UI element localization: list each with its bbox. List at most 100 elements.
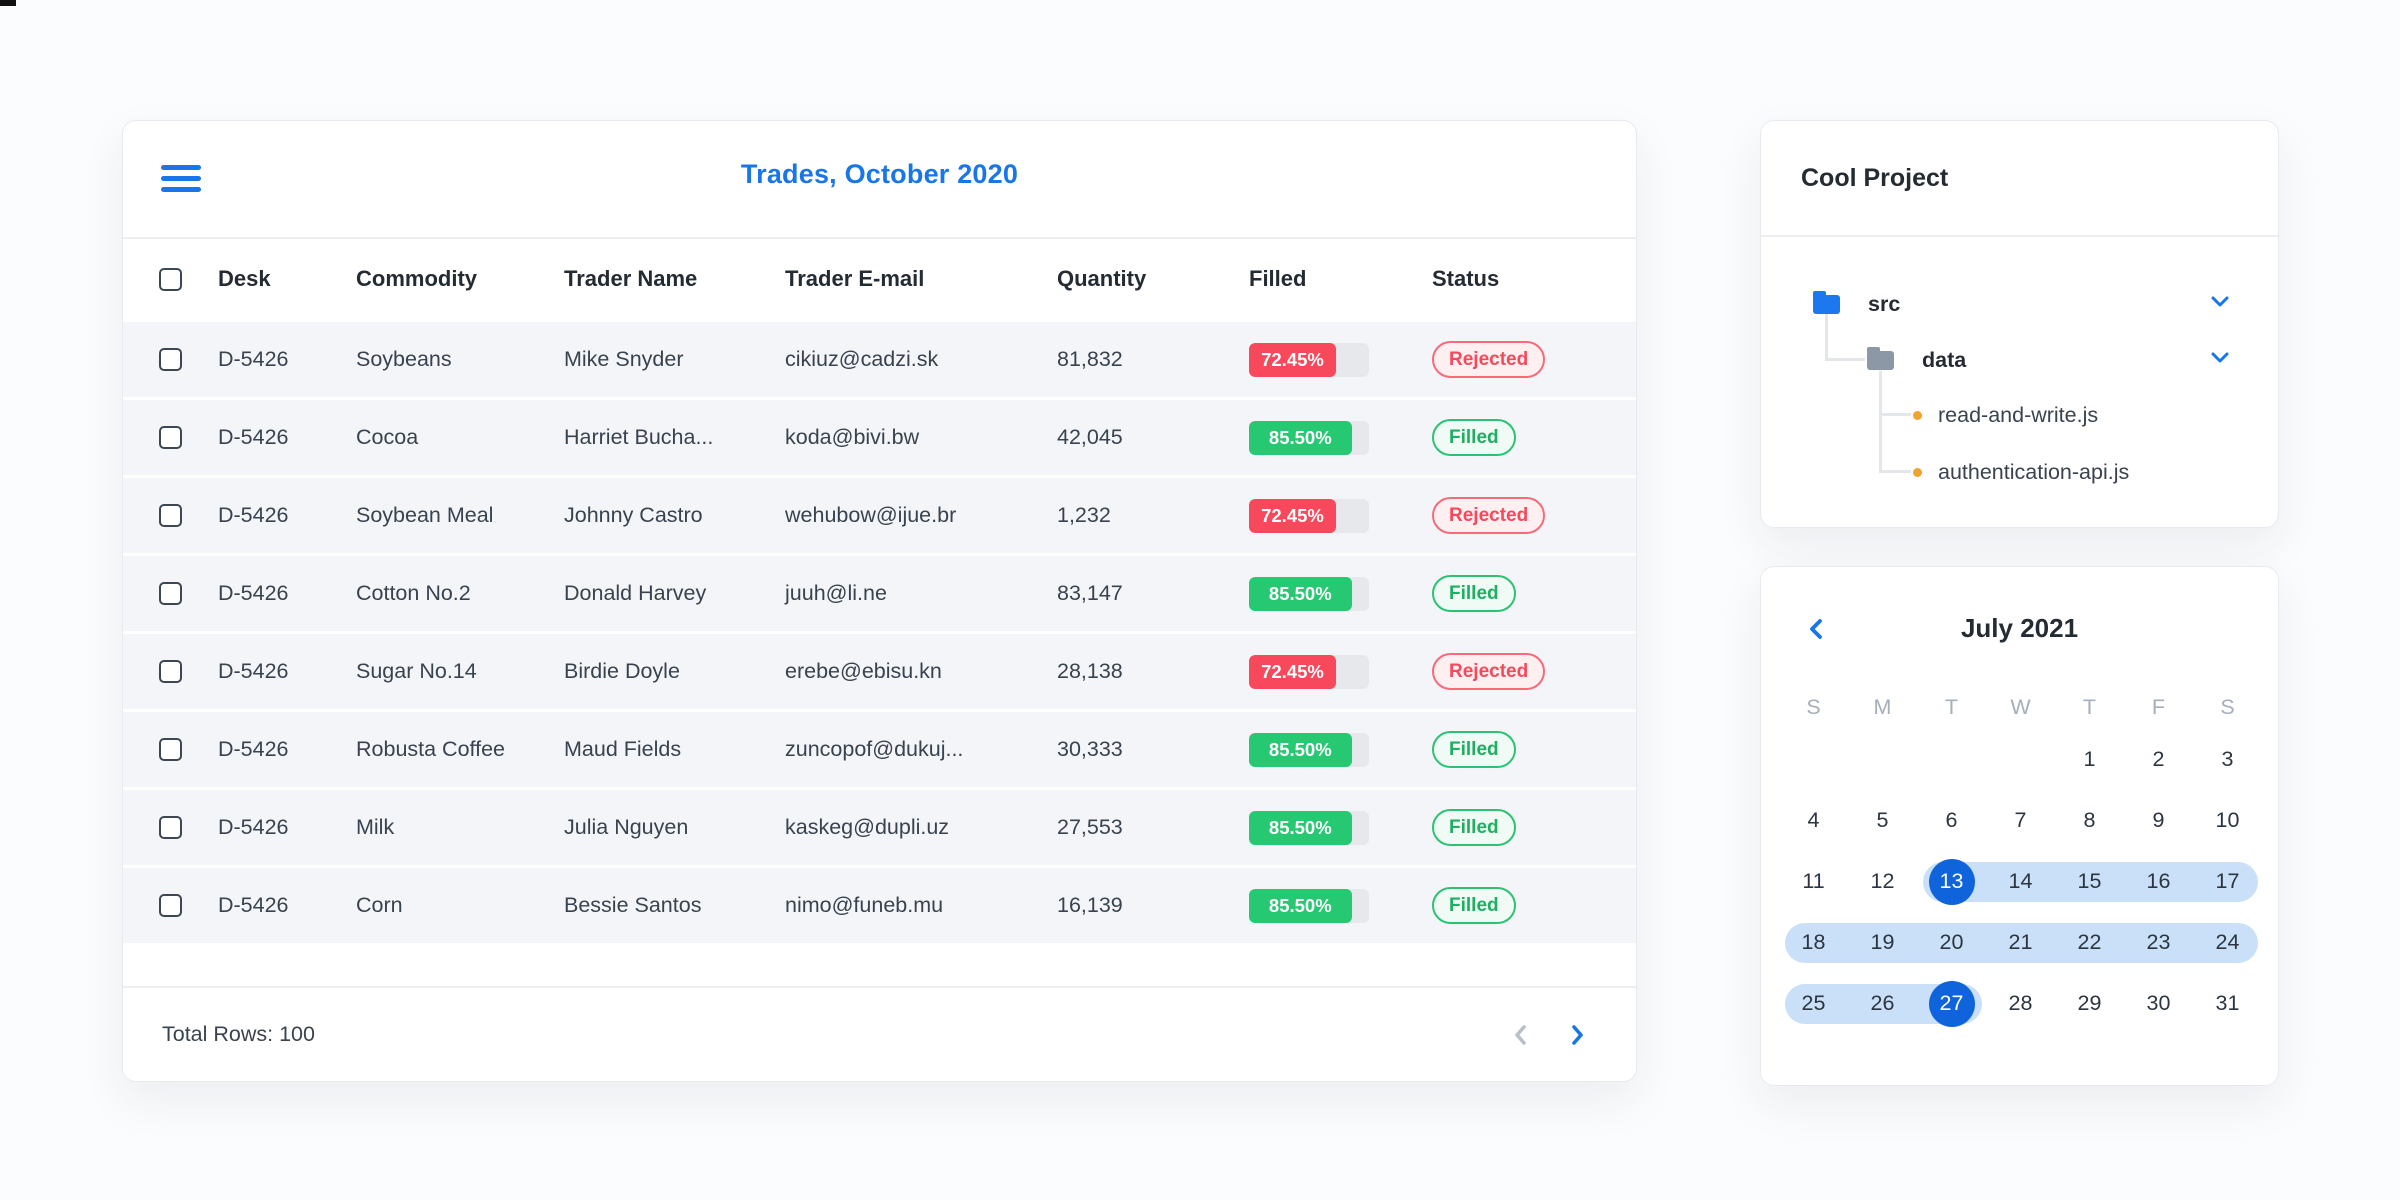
calendar-day[interactable]: 31 — [2193, 973, 2262, 1034]
calendar-day[interactable]: 19 — [1848, 912, 1917, 973]
calendar-week-row: 25 26 27 28 29 30 31 — [1779, 973, 2260, 1034]
weekday-header-row: S M T W T F S — [1779, 685, 2260, 729]
next-page-icon[interactable] — [1566, 1022, 1588, 1048]
weekday-label: S — [1806, 694, 1821, 719]
weekday-label: T — [2082, 694, 2097, 719]
row-checkbox[interactable] — [159, 894, 182, 917]
calendar-day[interactable]: 30 — [2124, 973, 2193, 1034]
status-badge: Filled — [1432, 886, 1516, 925]
calendar-day-range-start[interactable]: 13 — [1917, 851, 1986, 912]
calendar-day — [1986, 729, 2055, 790]
cell-trader-name: Bessie Santos — [564, 893, 702, 917]
cell-quantity: 27,553 — [1057, 815, 1123, 839]
total-rows-label: Total Rows: 100 — [162, 1022, 315, 1046]
cell-quantity: 42,045 — [1057, 425, 1123, 449]
filled-progress-bar: 72.45% — [1249, 654, 1369, 689]
cell-quantity: 28,138 — [1057, 659, 1123, 683]
column-header-status: Status — [1432, 266, 1500, 291]
table-header-row: Desk Commodity Trader Name Trader E-mail… — [123, 239, 1636, 319]
table-body: D-5426 Soybeans Mike Snyder cikiuz@cadzi… — [123, 319, 1636, 943]
file-tree: src data read-and-write.js authenticatio… — [1761, 237, 2278, 527]
file-label: authentication-api.js — [1938, 459, 2130, 484]
calendar-day-range-end[interactable]: 27 — [1917, 973, 1986, 1034]
calendar-day[interactable]: 21 — [1986, 912, 2055, 973]
calendar-day[interactable]: 6 — [1917, 790, 1986, 851]
calendar-day — [1779, 729, 1848, 790]
cell-trader-email: koda@bivi.bw — [785, 425, 920, 449]
select-all-checkbox[interactable] — [159, 267, 182, 291]
trades-table-card: Trades, October 2020 Desk Commodity Trad… — [122, 120, 1637, 1082]
calendar-day[interactable]: 9 — [2124, 790, 2193, 851]
folder-label: src — [1868, 291, 1901, 316]
calendar-day[interactable]: 14 — [1986, 851, 2055, 912]
cell-desk: D-5426 — [218, 737, 289, 761]
row-checkbox[interactable] — [159, 816, 182, 839]
calendar-week-row: 11 12 13 14 15 16 17 — [1779, 851, 2260, 912]
chevron-down-icon[interactable] — [2210, 295, 2230, 314]
row-checkbox[interactable] — [159, 348, 182, 371]
table-row: D-5426 Soybeans Mike Snyder cikiuz@cadzi… — [123, 319, 1636, 397]
calendar-day[interactable]: 7 — [1986, 790, 2055, 851]
filled-progress-bar: 72.45% — [1249, 342, 1369, 377]
progress-fill: 72.45% — [1249, 654, 1336, 689]
calendar-day[interactable]: 5 — [1848, 790, 1917, 851]
chevron-down-icon[interactable] — [2210, 351, 2230, 370]
calendar-day[interactable]: 11 — [1779, 851, 1848, 912]
cell-desk: D-5426 — [218, 581, 289, 605]
calendar-day[interactable]: 23 — [2124, 912, 2193, 973]
row-checkbox[interactable] — [159, 426, 182, 449]
calendar-day[interactable]: 22 — [2055, 912, 2124, 973]
cell-commodity: Milk — [356, 815, 395, 839]
filled-progress-bar: 72.45% — [1249, 498, 1369, 533]
calendar-day[interactable]: 18 — [1779, 912, 1848, 973]
calendar-day[interactable]: 20 — [1917, 912, 1986, 973]
previous-page-icon[interactable] — [1510, 1022, 1532, 1048]
row-checkbox[interactable] — [159, 504, 182, 527]
row-checkbox[interactable] — [159, 660, 182, 683]
calendar-day[interactable]: 17 — [2193, 851, 2262, 912]
folder-icon — [1813, 290, 1840, 314]
tree-item-file[interactable]: authentication-api.js — [1913, 453, 2278, 491]
filled-progress-bar: 85.50% — [1249, 576, 1369, 611]
calendar-day[interactable]: 12 — [1848, 851, 1917, 912]
calendar-week-row: 1 2 3 — [1779, 729, 2260, 790]
cell-trader-email: zuncopof@dukuj... — [785, 737, 964, 761]
cell-trader-name: Birdie Doyle — [564, 659, 680, 683]
calendar-day[interactable]: 28 — [1986, 973, 2055, 1034]
calendar-day — [1917, 729, 1986, 790]
file-dot-icon — [1913, 467, 1922, 477]
calendar-day[interactable]: 8 — [2055, 790, 2124, 851]
calendar-day[interactable]: 24 — [2193, 912, 2262, 973]
column-header-trader-name: Trader Name — [564, 266, 698, 291]
calendar-day[interactable]: 16 — [2124, 851, 2193, 912]
calendar-day[interactable]: 2 — [2124, 729, 2193, 790]
calendar-day[interactable]: 1 — [2055, 729, 2124, 790]
calendar-day[interactable]: 25 — [1779, 973, 1848, 1034]
calendar-day[interactable]: 26 — [1848, 973, 1917, 1034]
tree-connector — [1879, 371, 1882, 473]
calendar-day[interactable]: 4 — [1779, 790, 1848, 851]
column-header-commodity: Commodity — [356, 266, 477, 291]
tree-item-src[interactable]: src — [1813, 285, 2278, 323]
row-checkbox[interactable] — [159, 738, 182, 761]
cell-desk: D-5426 — [218, 347, 289, 371]
cell-commodity: Sugar No.14 — [356, 659, 477, 683]
tree-item-file[interactable]: read-and-write.js — [1913, 396, 2278, 434]
tree-item-data[interactable]: data — [1867, 341, 2278, 379]
status-badge: Filled — [1432, 418, 1516, 457]
calendar-day[interactable]: 3 — [2193, 729, 2262, 790]
status-badge: Filled — [1432, 574, 1516, 613]
cell-trader-email: cikiuz@cadzi.sk — [785, 347, 939, 371]
cell-commodity: Cocoa — [356, 425, 419, 449]
cell-trader-name: Harriet Bucha... — [564, 425, 714, 449]
weekday-label: T — [1944, 694, 1959, 719]
cell-quantity: 81,832 — [1057, 347, 1123, 371]
calendar-day[interactable]: 15 — [2055, 851, 2124, 912]
row-checkbox[interactable] — [159, 582, 182, 605]
weekday-label: S — [2220, 694, 2235, 719]
progress-fill: 85.50% — [1249, 576, 1352, 611]
calendar-day[interactable]: 29 — [2055, 973, 2124, 1034]
calendar-day[interactable]: 10 — [2193, 790, 2262, 851]
cell-desk: D-5426 — [218, 893, 289, 917]
column-header-quantity: Quantity — [1057, 266, 1147, 291]
